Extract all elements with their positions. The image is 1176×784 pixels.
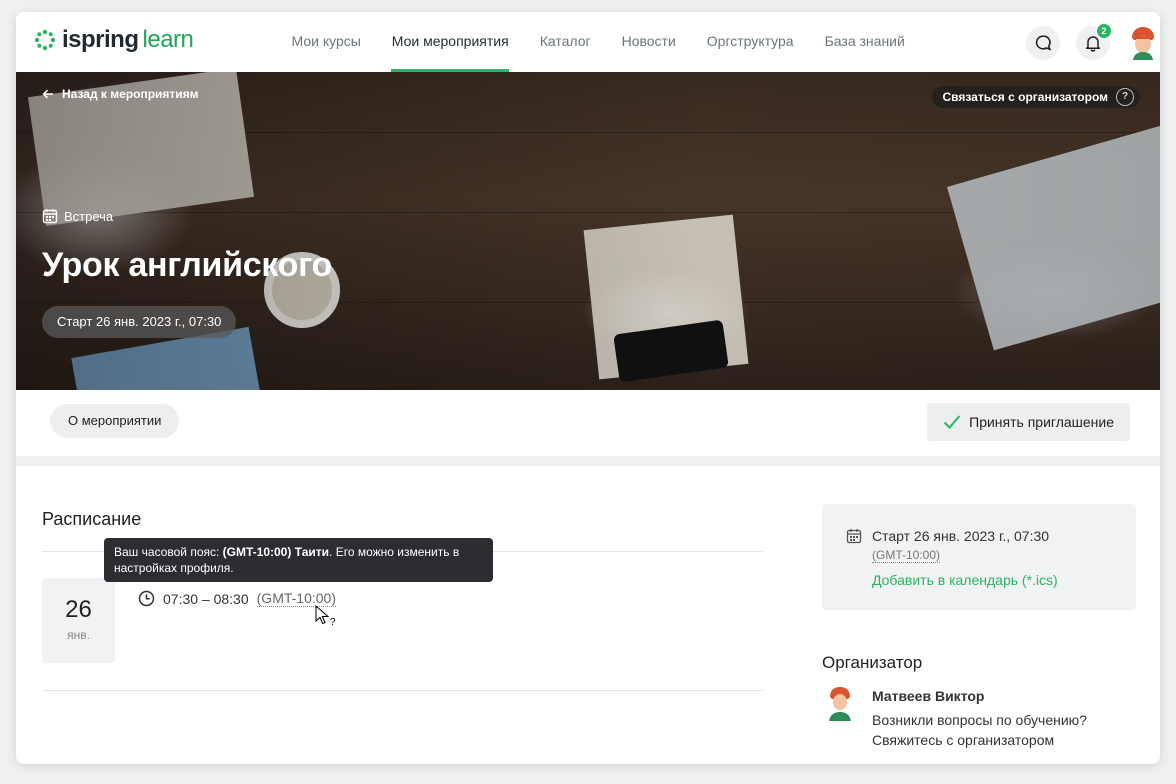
organizer-title: Организатор	[822, 653, 923, 672]
schedule-date-box: 26 янв.	[42, 578, 115, 663]
schedule-month: янв.	[67, 628, 90, 642]
app-window: ispring learn Мои курсы Мои мероприятия …	[16, 12, 1160, 764]
schedule-title: Расписание	[42, 509, 142, 529]
logo-word-ispring: ispring	[62, 26, 139, 53]
nav-catalog[interactable]: Каталог	[524, 12, 606, 72]
checkmark-icon	[943, 415, 961, 429]
organizer-name[interactable]: Матвеев Виктор	[872, 688, 984, 704]
user-avatar[interactable]	[1126, 24, 1160, 60]
accept-invitation-label: Принять приглашение	[969, 414, 1114, 430]
tab-about-event[interactable]: О мероприятии	[50, 404, 180, 438]
calendar-icon	[42, 209, 58, 224]
back-to-events-link[interactable]: Назад к мероприятиям	[42, 87, 199, 101]
schedule-day: 26	[65, 596, 92, 623]
schedule-time-line: 07:30 – 08:30 (GMT-10:00)	[138, 590, 336, 607]
contact-organizer-button[interactable]: Связаться с организатором ?	[932, 86, 1140, 108]
event-date-details: Старт 26 янв. 2023 г., 07:30 (GMT-10:00)…	[872, 526, 1058, 588]
nav-knowledge-base[interactable]: База знаний	[809, 12, 920, 72]
logo-icon	[34, 29, 56, 51]
organizer-message: Возникли вопросы по обучению? Свяжитесь …	[872, 712, 1087, 748]
calendar-icon	[846, 529, 862, 544]
contact-organizer-label: Связаться с организатором	[942, 90, 1108, 104]
clock-icon	[138, 590, 155, 607]
help-cursor-icon: ?	[315, 605, 336, 627]
logo-word-learn: learn	[142, 26, 194, 53]
event-date-row: Старт 26 янв. 2023 г., 07:30 (GMT-10:00)…	[846, 526, 1058, 588]
tooltip-prefix: Ваш часовой пояс:	[114, 545, 223, 559]
nav-my-courses[interactable]: Мои курсы	[276, 12, 376, 72]
card-start-text: Старт 26 янв. 2023 г., 07:30	[872, 528, 1050, 544]
hero-overlay	[16, 72, 1160, 390]
svg-text:?: ?	[330, 617, 336, 627]
nav-news[interactable]: Новости	[606, 12, 691, 72]
chat-button[interactable]	[1026, 26, 1060, 60]
timezone-tooltip: Ваш часовой пояс: (GMT-10:00) Таити. Его…	[104, 538, 493, 582]
event-date-card: Старт 26 янв. 2023 г., 07:30 (GMT-10:00)…	[822, 504, 1136, 610]
back-link-label: Назад к мероприятиям	[62, 87, 199, 101]
event-title: Урок английского	[42, 246, 332, 284]
ispring-logo[interactable]: ispring learn	[34, 26, 194, 54]
schedule-time-range: 07:30 – 08:30	[163, 590, 249, 607]
event-type-label: Встреча	[64, 208, 114, 224]
top-bar: ispring learn Мои курсы Мои мероприятия …	[16, 12, 1160, 72]
notifications-button[interactable]: 2	[1076, 23, 1112, 60]
start-date-chip: Старт 26 янв. 2023 г., 07:30	[42, 306, 237, 338]
schedule-bottom-divider	[42, 690, 764, 691]
nav-org-structure[interactable]: Оргструктура	[691, 12, 809, 72]
tooltip-timezone: (GMT-10:00) Таити	[222, 545, 330, 559]
event-actions-bar: О мероприятии Принять приглашение	[16, 390, 1160, 456]
nav-my-events[interactable]: Мои мероприятия	[376, 12, 524, 72]
arrow-left-icon	[42, 89, 53, 99]
main-nav: Мои курсы Мои мероприятия Каталог Новост…	[276, 12, 920, 72]
event-type: Встреча	[42, 208, 113, 224]
card-timezone[interactable]: (GMT-10:00)	[872, 548, 941, 563]
help-icon: ?	[1116, 88, 1134, 106]
accept-invitation-button[interactable]: Принять приглашение	[927, 403, 1130, 441]
section-divider	[16, 456, 1160, 466]
event-hero-banner: Назад к мероприятиям Связаться с организ…	[16, 72, 1160, 390]
add-to-calendar-link[interactable]: Добавить в календарь (*.ics)	[872, 572, 1058, 588]
notifications-badge: 2	[1096, 23, 1112, 39]
chat-bubble-icon	[1035, 35, 1052, 51]
organizer-avatar[interactable]	[828, 685, 852, 721]
